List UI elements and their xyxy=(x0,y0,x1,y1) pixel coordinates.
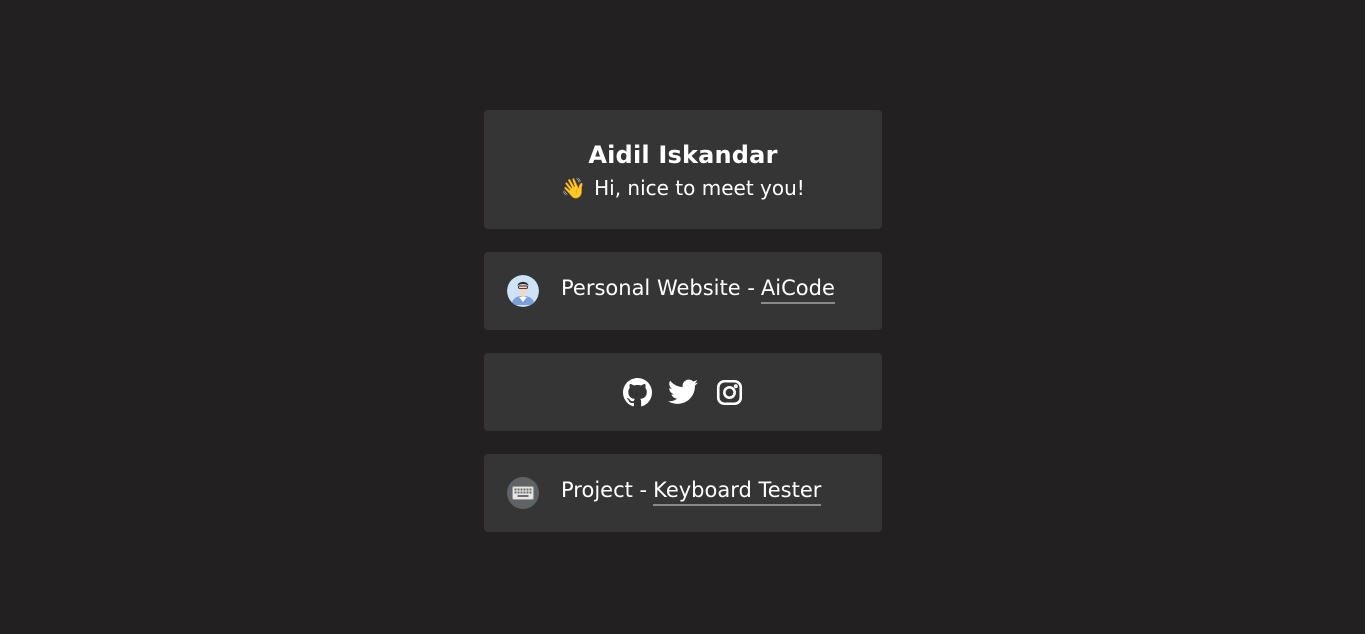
avatar-icon xyxy=(507,275,539,307)
profile-name: Aidil Iskandar xyxy=(588,141,778,169)
greeting-text: Hi, nice to meet you! xyxy=(594,176,805,200)
project-link-card[interactable]: Project - Keyboard Tester xyxy=(484,454,882,532)
link-tree: Aidil Iskandar 👋 Hi, nice to meet you! P… xyxy=(484,110,882,532)
project-link-prefix: Project - xyxy=(561,478,648,502)
website-link-text: Personal Website - AiCode xyxy=(561,278,835,304)
instagram-icon[interactable] xyxy=(714,377,744,407)
twitter-icon[interactable] xyxy=(668,377,698,407)
keyboard-icon xyxy=(507,477,539,509)
social-links-card xyxy=(484,353,882,431)
github-icon[interactable] xyxy=(622,377,652,407)
wave-icon: 👋 xyxy=(561,176,587,200)
profile-greeting: 👋 Hi, nice to meet you! xyxy=(561,178,805,198)
project-link-anchor[interactable]: Keyboard Tester xyxy=(653,480,822,506)
project-link-text: Project - Keyboard Tester xyxy=(561,478,822,506)
website-link-card[interactable]: Personal Website - AiCode xyxy=(484,252,882,330)
website-link-anchor[interactable]: AiCode xyxy=(760,278,835,304)
website-link-prefix: Personal Website - xyxy=(561,276,755,300)
profile-card: Aidil Iskandar 👋 Hi, nice to meet you! xyxy=(484,110,882,229)
